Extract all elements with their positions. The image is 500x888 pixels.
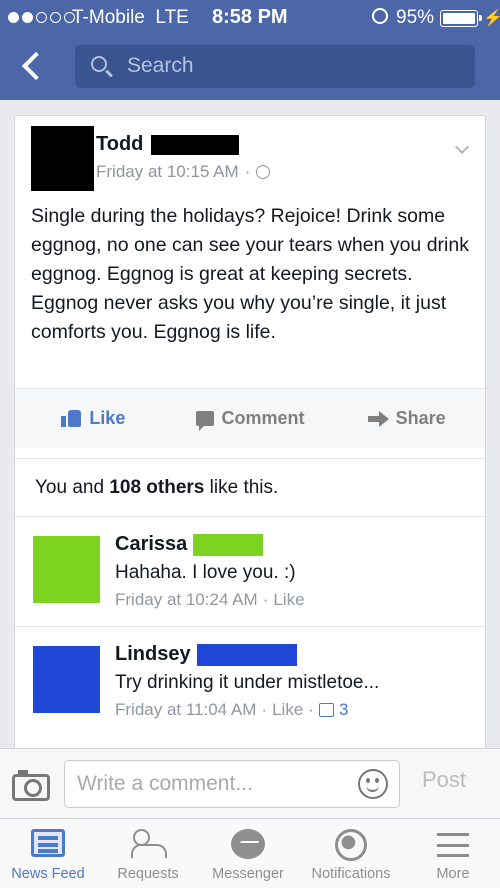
menu-icon <box>437 833 469 857</box>
author-name[interactable]: Todd <box>96 133 143 156</box>
author-avatar[interactable] <box>31 126 94 191</box>
comment-like-link[interactable]: Like <box>272 700 303 720</box>
sticker-smiley-icon[interactable] <box>358 769 388 799</box>
comment-like-link[interactable]: Like <box>273 590 304 610</box>
news-feed-icon <box>31 829 65 857</box>
commenter-name[interactable]: Lindsey <box>115 643 297 666</box>
post-author[interactable]: Todd <box>96 133 240 156</box>
battery-percent: 95% <box>396 7 435 28</box>
charging-icon: ⚡ <box>483 10 500 27</box>
post-actions: Like Comment Share <box>15 388 485 448</box>
tab-requests[interactable]: Requests <box>96 819 200 888</box>
camera-icon[interactable] <box>12 770 50 801</box>
comment-time: Friday at 10:24 AM <box>115 590 258 609</box>
write-comment-bar: Write a comment... Post <box>0 748 500 818</box>
comment-item: Lindsey Try drinking it under mistletoe.… <box>15 626 485 738</box>
alarm-icon <box>372 8 388 24</box>
friend-requests-icon <box>131 829 167 858</box>
commenter-avatar[interactable] <box>33 536 100 603</box>
post-meta: Friday at 10:15 AM · <box>96 162 271 182</box>
battery-icon <box>440 10 482 27</box>
redacted-surname <box>151 134 240 155</box>
public-globe-icon <box>256 165 271 179</box>
comment-time: Friday at 11:04 AM <box>115 700 257 719</box>
messenger-icon <box>231 829 265 859</box>
back-button[interactable] <box>12 44 56 90</box>
comment-like-count[interactable]: 3 <box>339 700 348 720</box>
comment-meta: Friday at 11:04 AM · Like · 3 <box>115 700 349 720</box>
tab-messenger[interactable]: Messenger <box>200 819 296 888</box>
carrier-label: T-Mobile LTE <box>72 7 189 28</box>
tab-news-feed[interactable]: News Feed <box>0 819 96 888</box>
tab-notifications[interactable]: Notifications <box>296 819 406 888</box>
comment-icon <box>195 411 214 431</box>
tab-more[interactable]: More <box>406 819 500 888</box>
thumbs-up-icon <box>61 410 82 427</box>
post-comment-button[interactable]: Post <box>422 767 466 793</box>
comment-meta: Friday at 10:24 AM · Like <box>115 590 305 610</box>
likes-summary[interactable]: You and 108 others like this. <box>15 458 485 516</box>
globe-notifications-icon <box>335 829 367 861</box>
like-count-icon <box>318 703 334 717</box>
top-bar: T-Mobile LTE 8:58 PM 95% ⚡ Search <box>0 0 500 100</box>
comment-item: Carissa Hahaha. I love you. :) Friday at… <box>15 516 485 628</box>
search-bar[interactable]: Search <box>75 45 475 88</box>
share-button[interactable]: Share <box>328 389 485 448</box>
signal-strength-icon <box>8 12 75 23</box>
search-placeholder: Search <box>127 54 194 77</box>
like-button[interactable]: Like <box>15 389 172 448</box>
comment-text: Try drinking it under mistletoe... <box>115 672 380 693</box>
bottom-tab-bar: News Feed Requests Messenger Notificatio… <box>0 818 500 888</box>
share-arrow-icon <box>367 410 389 427</box>
search-icon <box>91 56 107 72</box>
post-card: Todd Friday at 10:15 AM · Single during … <box>14 115 486 755</box>
comment-input[interactable]: Write a comment... <box>64 760 400 808</box>
commenter-name[interactable]: Carissa <box>115 533 264 556</box>
comment-button[interactable]: Comment <box>172 389 329 448</box>
clock: 8:58 PM <box>212 6 288 28</box>
status-bar: T-Mobile LTE 8:58 PM 95% ⚡ <box>0 0 500 36</box>
commenter-avatar[interactable] <box>33 646 100 713</box>
comment-text: Hahaha. I love you. :) <box>115 562 296 583</box>
post-options-chevron-icon[interactable] <box>454 139 470 155</box>
post-timestamp[interactable]: Friday at 10:15 AM <box>96 162 239 182</box>
redacted-surname <box>193 533 264 556</box>
redacted-surname <box>196 643 297 666</box>
post-body: Single during the holidays? Rejoice! Dri… <box>31 205 469 343</box>
